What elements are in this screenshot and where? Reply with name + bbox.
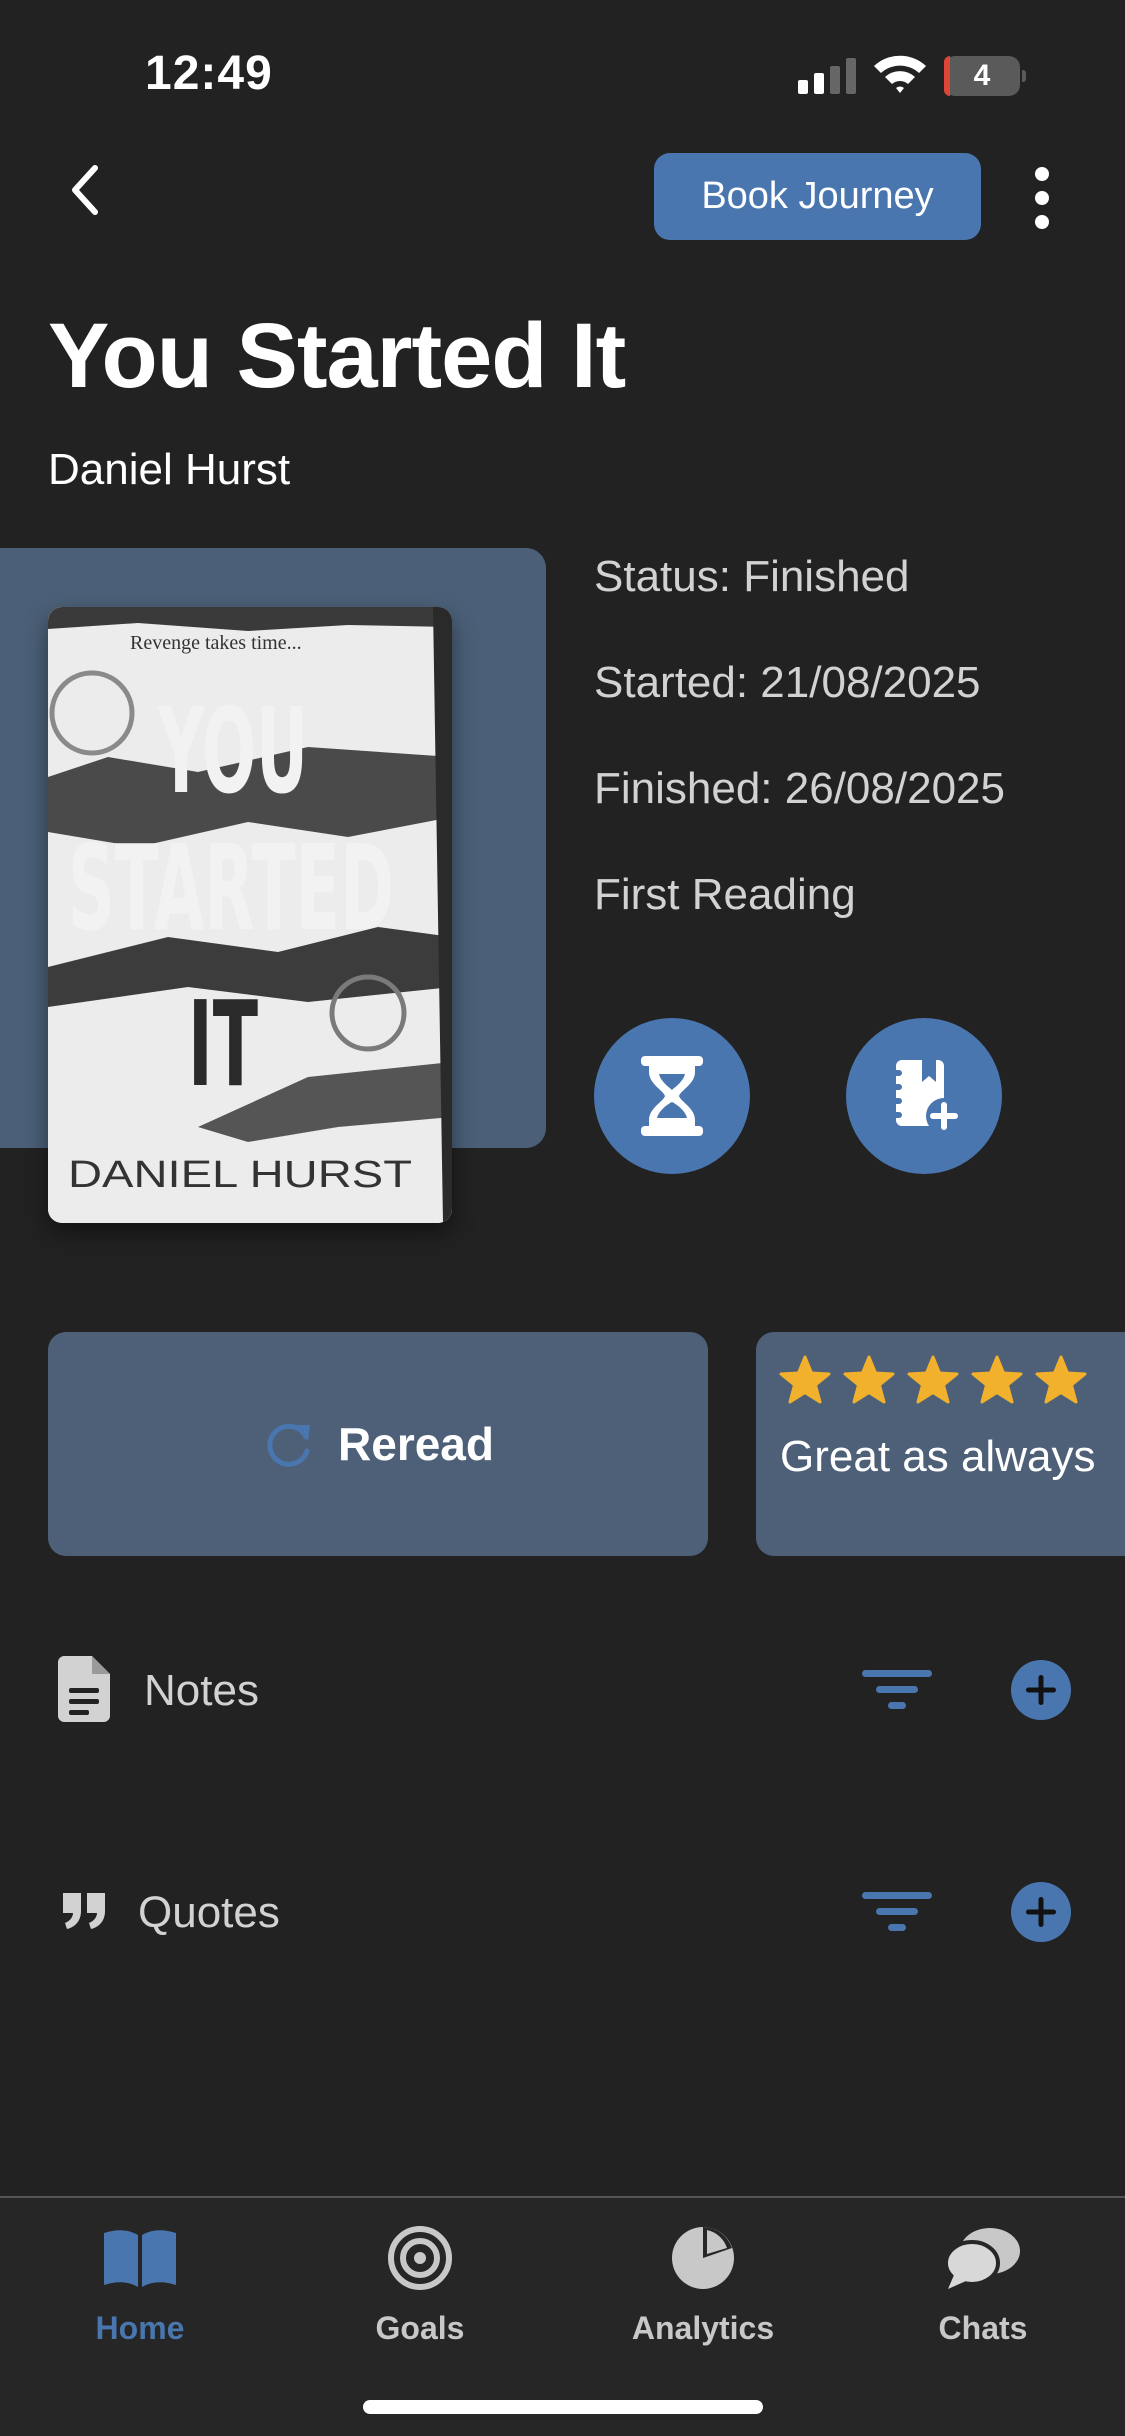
chat-bubbles-icon [883,2218,1083,2298]
refresh-icon [267,1423,311,1467]
reading-status: Status: Finished [594,552,910,601]
tab-analytics[interactable]: Analytics [603,2218,803,2358]
finished-date: Finished: 26/08/2025 [594,764,1005,813]
tab-goals-label: Goals [375,2310,465,2346]
tab-home[interactable]: Home [40,2218,240,2358]
quotes-label: Quotes [138,1888,280,1937]
cellular-signal-icon [798,58,856,94]
hourglass-icon [641,1056,703,1136]
cover-line-3: IT [188,975,258,1113]
book-title: You Started It [48,305,626,407]
review-text: Great as always [780,1432,1096,1481]
add-quote-button[interactable] [1011,1882,1071,1942]
battery-indicator: 4 [944,56,1026,96]
pie-chart-icon [603,2218,803,2298]
star-icon [907,1355,959,1404]
battery-level: 4 [973,59,991,92]
wifi-icon [874,55,926,93]
reading-count: First Reading [594,870,856,919]
star-icon [971,1355,1023,1404]
notes-section: Notes [0,1640,1125,1740]
quotes-filter-button[interactable] [862,1890,932,1934]
cover-line-2: STARTED [68,819,394,957]
add-journal-entry-button[interactable] [846,1018,1002,1174]
book-author: Daniel Hurst [48,445,291,494]
back-button[interactable] [50,150,120,230]
star-icon [843,1355,895,1404]
more-options-button[interactable] [1020,160,1064,236]
quotes-section: Quotes [0,1862,1125,1962]
book-cover-art: Revenge takes time... YOU STARTED IT DAN… [48,607,452,1223]
status-time: 12:49 [145,47,273,100]
more-vertical-icon [1035,167,1049,229]
reread-label: Reread [338,1418,494,1470]
chevron-left-icon [72,165,98,215]
star-icon [779,1355,831,1404]
tab-analytics-label: Analytics [631,2310,775,2346]
quote-icon [58,1876,110,1946]
cover-line-1: YOU [157,682,308,820]
add-note-button[interactable] [1011,1660,1071,1720]
book-open-icon [40,2218,240,2298]
document-icon [58,1654,110,1724]
star-rating [778,1354,1088,1406]
reread-button[interactable]: Reread [48,1332,708,1556]
plus-icon [1026,1897,1056,1927]
cover-author: DANIEL HURST [68,1154,412,1196]
cover-tagline: Revenge takes time... [130,632,302,654]
tab-goals[interactable]: Goals [320,2218,520,2358]
plus-icon [1026,1675,1056,1705]
review-card[interactable]: Great as always [756,1332,1125,1556]
notes-label: Notes [144,1666,259,1715]
star-icon [1035,1355,1087,1404]
tab-home-label: Home [95,2310,185,2346]
started-date: Started: 21/08/2025 [594,658,981,707]
status-bar: 12:49 4 [0,0,1125,150]
notes-filter-button[interactable] [862,1668,932,1712]
book-cover: Revenge takes time... YOU STARTED IT DAN… [48,607,452,1223]
book-journey-button[interactable]: Book Journey [654,153,981,240]
reading-timer-button[interactable] [594,1018,750,1174]
home-indicator [363,2400,763,2414]
target-icon [320,2218,520,2298]
tab-chats[interactable]: Chats [883,2218,1083,2358]
journal-add-icon [888,1060,962,1134]
tab-chats-label: Chats [938,2310,1028,2346]
